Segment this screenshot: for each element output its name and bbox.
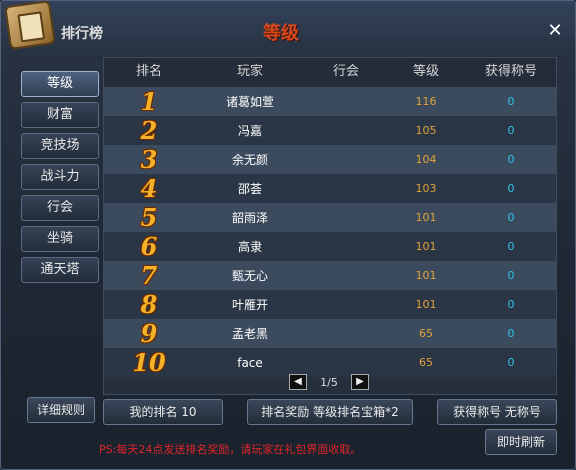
tab-mount[interactable]: 坐骑 (21, 226, 99, 252)
rank-number: 2 (140, 116, 158, 145)
rank-number: 3 (140, 145, 158, 174)
title-count: 0 (507, 182, 515, 195)
player-name: 邵荟 (237, 182, 262, 196)
table-row[interactable]: 4 邵荟 103 0 (104, 174, 556, 203)
tab-combat-power[interactable]: 战斗力 (21, 164, 99, 190)
tab-tower[interactable]: 通天塔 (21, 257, 99, 283)
header-level: 等级 (412, 64, 439, 79)
scroll-book-icon (4, 0, 56, 50)
earned-title-display: 获得称号 无称号 (437, 399, 557, 425)
player-level: 105 (415, 124, 437, 137)
player-name: 冯嘉 (237, 124, 262, 138)
title-count: 0 (507, 240, 515, 253)
header-title: 获得称号 (484, 64, 537, 79)
player-name: 甄无心 (231, 269, 268, 283)
tab-guild[interactable]: 行会 (21, 195, 99, 221)
player-level: 101 (415, 240, 437, 253)
player-level: 101 (415, 298, 437, 311)
table-row[interactable]: 1 诸葛如萱 116 0 (104, 87, 556, 116)
header-rank: 排名 (135, 64, 162, 79)
ranking-table: 排名 玩家 行会 等级 获得称号 1 诸葛如萱 116 0 2 冯嘉 105 0… (103, 57, 557, 395)
pagination: ◀ 1/5 ▶ (289, 373, 369, 391)
title-count: 0 (507, 95, 515, 108)
rank-number: 8 (140, 290, 158, 319)
rank-number: 5 (140, 203, 158, 232)
player-level: 104 (415, 153, 437, 166)
rank-number: 10 (132, 348, 166, 377)
title-count: 0 (507, 124, 515, 137)
player-name: 叶雁开 (231, 298, 268, 312)
player-name: 诸葛如萱 (225, 95, 274, 109)
reward-notice: PS:每天24点发送排名奖励，请玩家在礼包界面收取。 (99, 443, 362, 456)
rank-number: 9 (140, 319, 158, 348)
player-name: face (237, 355, 263, 370)
player-name: 孟老黑 (231, 327, 268, 341)
window-title: 排行榜 (61, 26, 103, 42)
rules-button[interactable]: 详细规则 (27, 397, 95, 423)
player-level: 116 (415, 95, 437, 108)
next-page-icon[interactable]: ▶ (350, 374, 369, 390)
rank-number: 1 (140, 87, 158, 116)
close-icon[interactable]: ✕ (545, 21, 565, 41)
title-count: 0 (507, 327, 515, 340)
player-level: 65 (419, 327, 433, 340)
header-player: 玩家 (236, 64, 263, 79)
player-level: 101 (415, 269, 437, 282)
rank-number: 6 (140, 232, 158, 261)
table-row[interactable]: 8 叶雁开 101 0 (104, 290, 556, 319)
page-indicator: 1/5 (320, 375, 338, 389)
player-level: 101 (415, 211, 437, 224)
title-count: 0 (507, 269, 515, 282)
tab-wealth[interactable]: 财富 (21, 102, 99, 128)
leaderboard-window: 排行榜 等级 ✕ 等级 财富 竞技场 战斗力 行会 坐骑 通天塔 排名 玩家 行… (0, 0, 576, 470)
player-level: 103 (415, 182, 437, 195)
rank-number: 7 (140, 261, 158, 290)
player-name: 韶雨泽 (231, 211, 268, 225)
table-row[interactable]: 3 余无颜 104 0 (104, 145, 556, 174)
refresh-button[interactable]: 即时刷新 (485, 429, 557, 455)
title-count: 0 (507, 211, 515, 224)
rank-number: 4 (140, 174, 158, 203)
rank-reward-display: 排名奖励 等级排名宝箱*2 (247, 399, 413, 425)
player-name: 高隶 (237, 240, 262, 254)
title-count: 0 (507, 298, 515, 311)
table-header: 排名 玩家 行会 等级 获得称号 (104, 58, 556, 86)
category-tabs: 等级 财富 竞技场 战斗力 行会 坐骑 通天塔 (19, 71, 103, 288)
title-count: 0 (507, 356, 515, 369)
player-level: 65 (419, 356, 433, 369)
table-row[interactable]: 2 冯嘉 105 0 (104, 116, 556, 145)
title-bar: 排行榜 等级 ✕ (1, 0, 575, 59)
table-row[interactable]: 7 甄无心 101 0 (104, 261, 556, 290)
my-rank-display: 我的排名 10 (103, 399, 223, 425)
table-row[interactable]: 6 高隶 101 0 (104, 232, 556, 261)
player-name: 余无颜 (231, 153, 268, 167)
tab-arena[interactable]: 竞技场 (21, 133, 99, 159)
tab-level[interactable]: 等级 (21, 71, 99, 97)
prev-page-icon[interactable]: ◀ (289, 374, 307, 390)
header-guild: 行会 (332, 64, 359, 79)
table-row[interactable]: 5 韶雨泽 101 0 (104, 203, 556, 232)
panel-title: 等级 (263, 23, 299, 44)
title-count: 0 (507, 153, 515, 166)
table-row[interactable]: 9 孟老黑 65 0 (104, 319, 556, 348)
